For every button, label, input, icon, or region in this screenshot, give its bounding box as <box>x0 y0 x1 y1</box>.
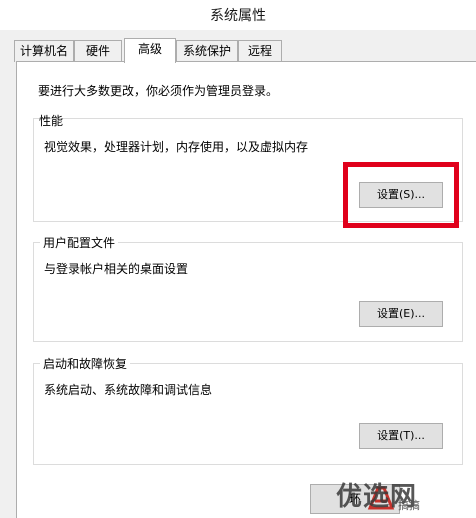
tab-remote[interactable]: 远程 <box>238 40 282 62</box>
tab-computer-name[interactable]: 计算机名 <box>14 40 74 62</box>
tab-hardware[interactable]: 硬件 <box>74 40 122 62</box>
watermark-small-text: 搞搞 <box>398 499 420 512</box>
startup-recovery-group: 启动和故障恢复 系统启动、系统故障和调试信息 设置(T)... <box>33 355 463 465</box>
user-profiles-legend: 用户配置文件 <box>40 234 119 251</box>
tab-system-protection[interactable]: 系统保护 <box>176 40 238 62</box>
user-profiles-group: 用户配置文件 与登录帐户相关的桌面设置 设置(E)... <box>33 234 463 342</box>
performance-legend: 性能 <box>39 114 64 128</box>
system-properties-window: 系统属性 计算机名 硬件 高级 系统保护 远程 要进行大多数更改，你必须作为管理… <box>0 0 476 518</box>
title-bar: 系统属性 <box>0 0 476 30</box>
window-title: 系统属性 <box>210 8 266 24</box>
highlight-box <box>343 162 459 228</box>
tab-advanced[interactable]: 高级 <box>124 38 176 63</box>
admin-notice: 要进行大多数更改，你必须作为管理员登录。 <box>38 84 279 98</box>
startup-recovery-settings-button[interactable]: 设置(T)... <box>359 423 443 449</box>
user-profiles-description: 与登录帐户相关的桌面设置 <box>44 262 189 276</box>
startup-recovery-legend: 启动和故障恢复 <box>40 355 131 372</box>
startup-recovery-description: 系统启动、系统故障和调试信息 <box>44 383 213 397</box>
user-profiles-settings-button[interactable]: 设置(E)... <box>359 301 443 327</box>
performance-description: 视觉效果，处理器计划，内存使用，以及虚拟内存 <box>44 140 309 154</box>
tab-strip: 计算机名 硬件 高级 系统保护 远程 <box>14 38 474 63</box>
